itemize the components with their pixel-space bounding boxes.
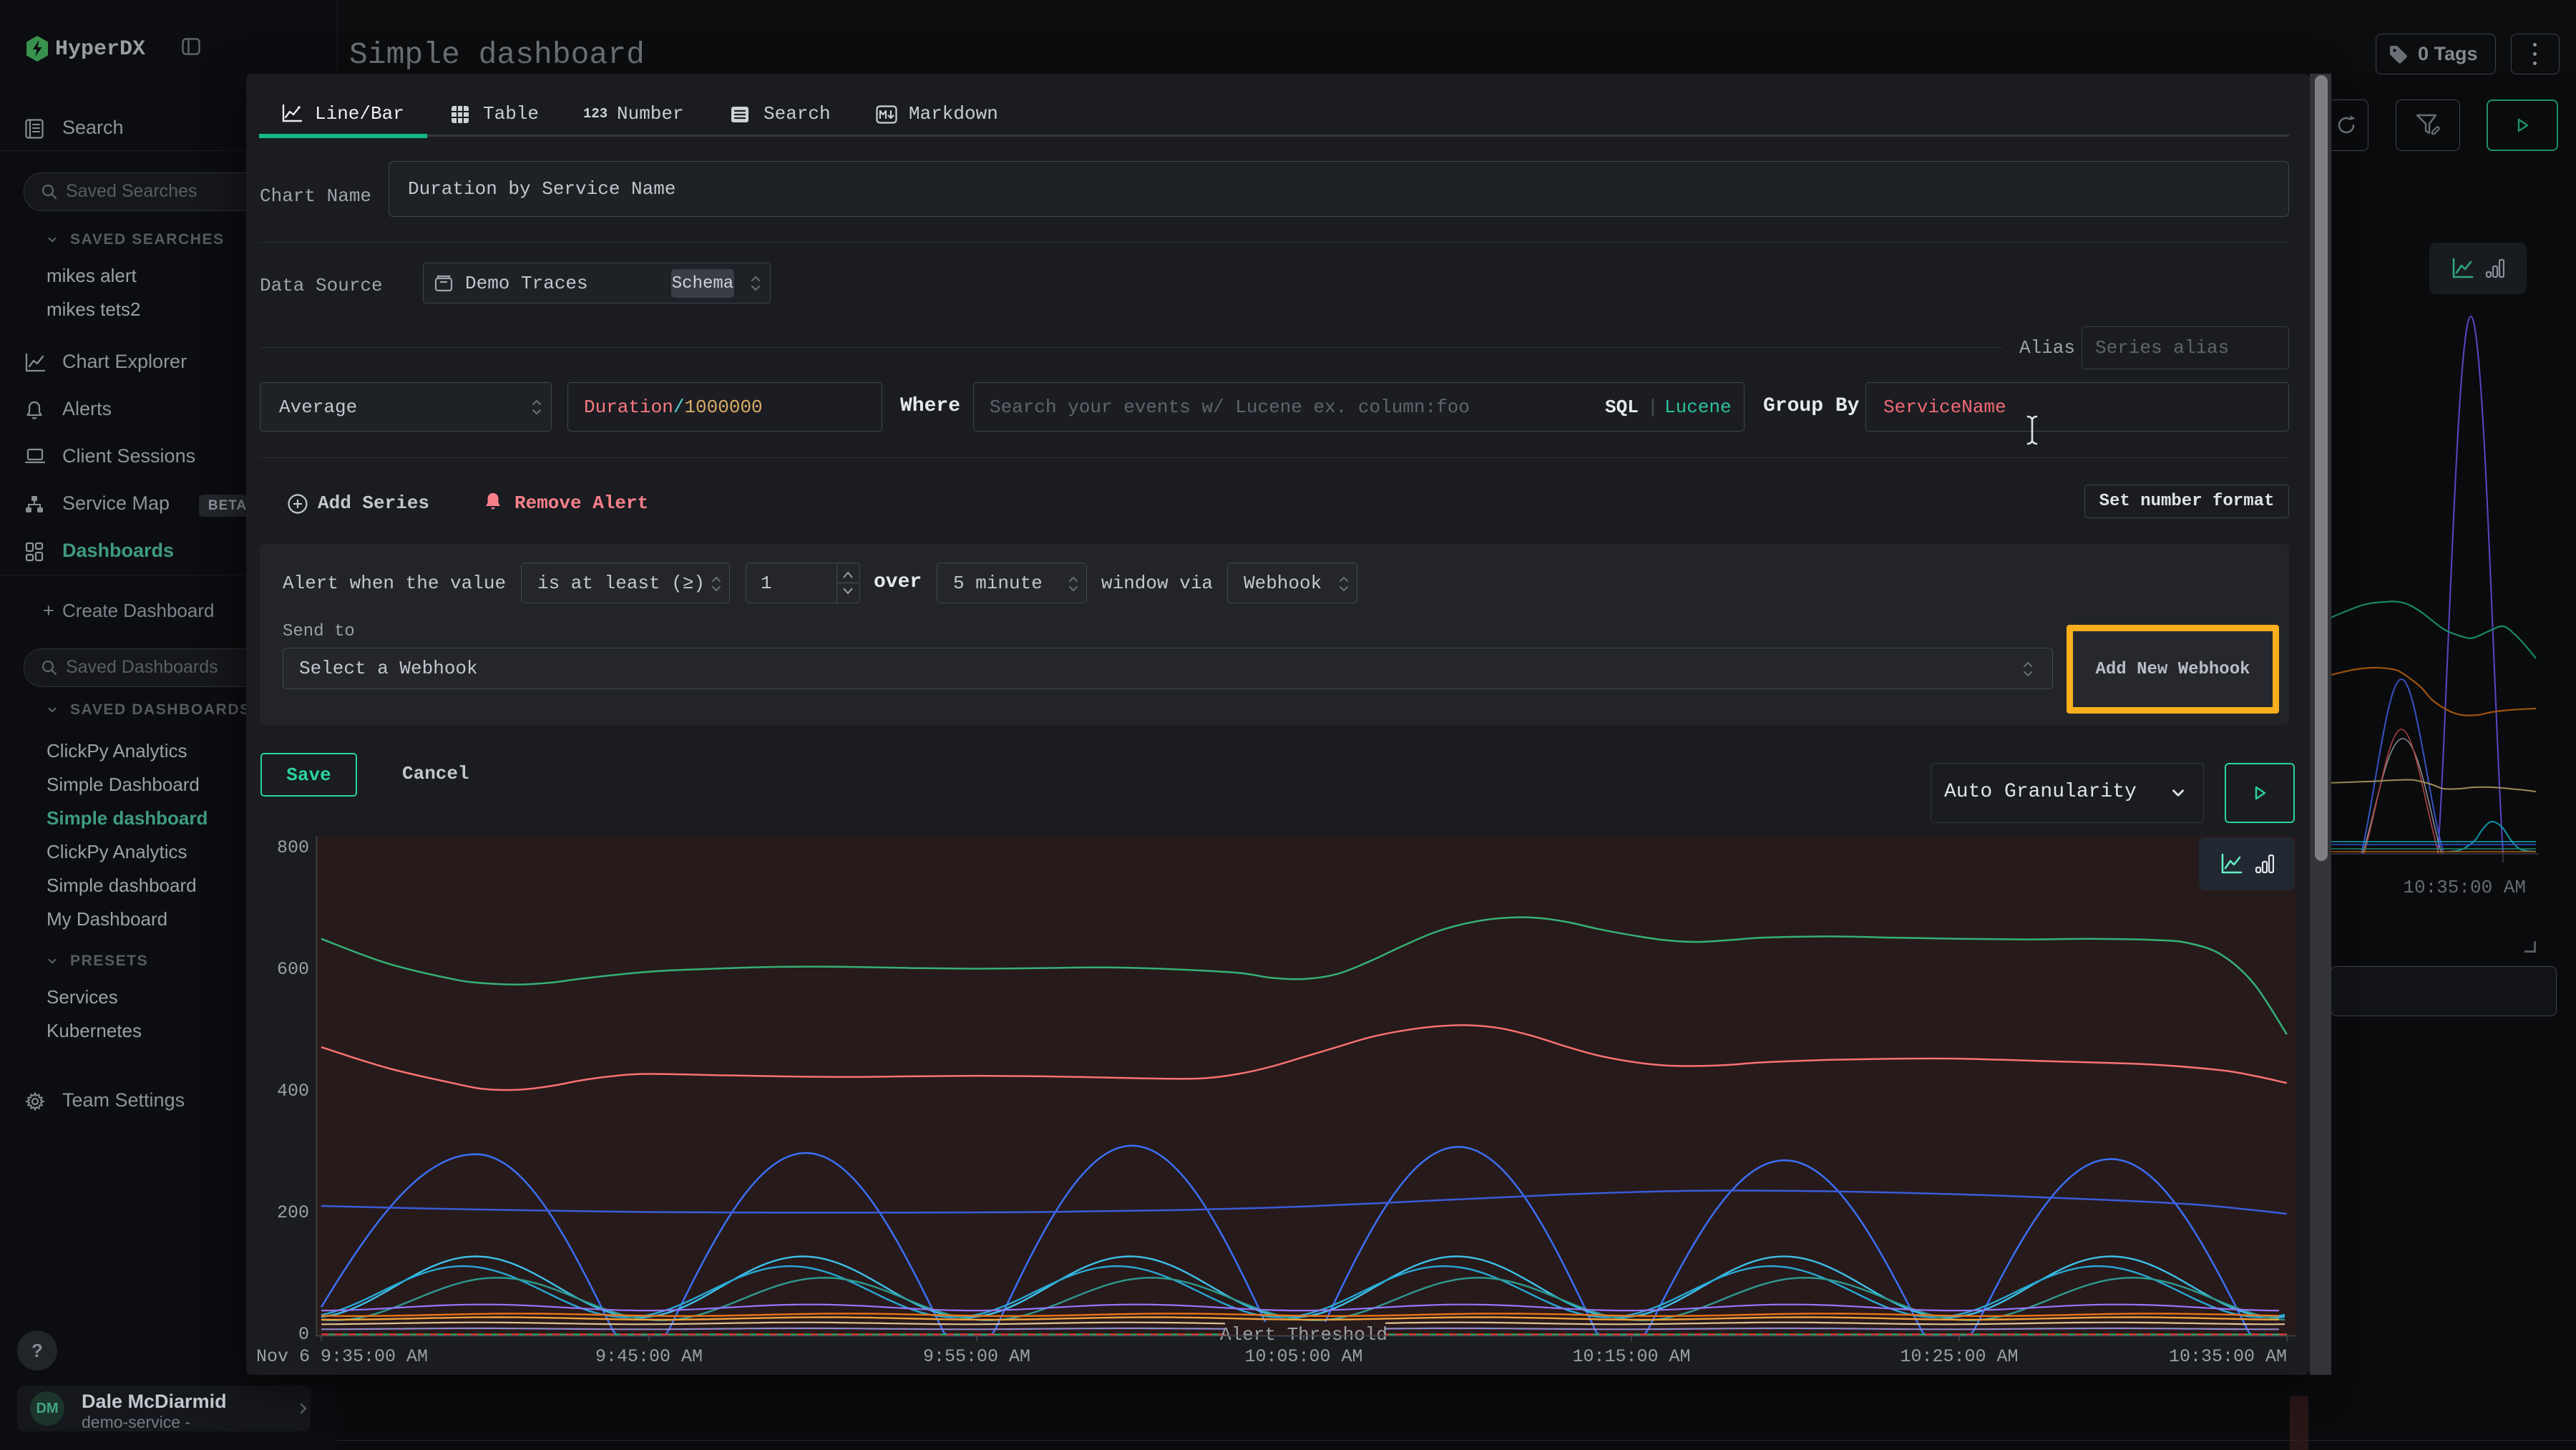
svg-text:10:35:00 AM: 10:35:00 AM bbox=[2403, 877, 2526, 898]
svg-text:Alert Threshold: Alert Threshold bbox=[1220, 1324, 1387, 1346]
